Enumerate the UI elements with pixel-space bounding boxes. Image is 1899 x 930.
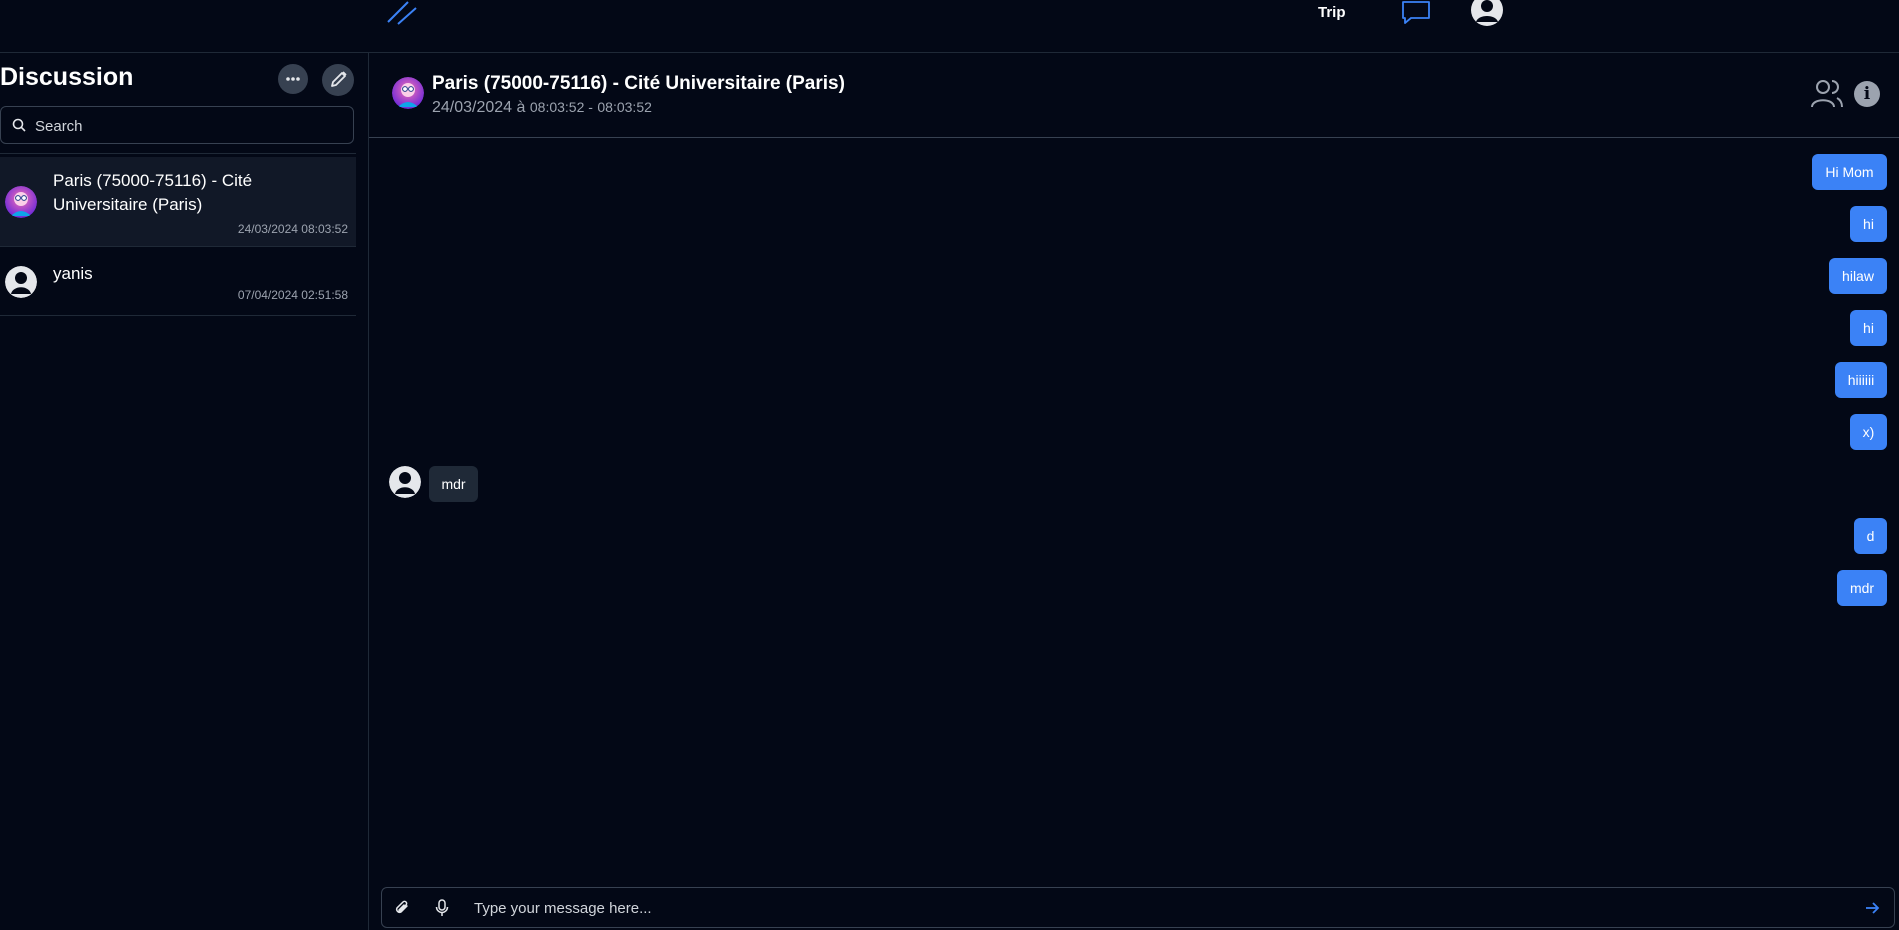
chat-time-start: 08:03:52 -	[529, 99, 593, 115]
message-bubble-sent: Hi Mom	[1812, 154, 1887, 190]
profile-avatar-icon[interactable]	[1471, 0, 1503, 26]
conversation-name: Paris (75000-75116) - Cité Universitaire…	[53, 171, 253, 214]
message-composer	[381, 887, 1895, 929]
message-bubble-sent: hilaw	[1829, 258, 1887, 294]
message-input[interactable]	[472, 888, 1856, 929]
chat-datetime: 24/03/2024 à 08:03:52 - 08:03:52	[432, 99, 652, 117]
top-navbar: Trip	[0, 0, 1899, 53]
arrow-right-icon[interactable]	[1864, 900, 1880, 916]
sender-avatar	[389, 466, 421, 498]
more-options-button[interactable]	[278, 64, 308, 94]
message-bubble-received: mdr	[429, 466, 478, 502]
conversation-date: 07/04/2024 02:51:58	[237, 288, 348, 302]
message-bubble-sent: d	[1854, 518, 1887, 554]
chat-header: Paris (75000-75116) - Cité Universitaire…	[369, 53, 1899, 138]
info-button[interactable]: i	[1854, 81, 1880, 107]
conversation-date: 24/03/2024 08:03:52	[237, 222, 348, 236]
chat-panel: Paris (75000-75116) - Cité Universitaire…	[369, 53, 1899, 930]
conversation-item-paris[interactable]: Paris (75000-75116) - Cité Universitaire…	[0, 157, 356, 247]
message-bubble-sent: hi	[1850, 310, 1887, 346]
message-bubble-sent: hi	[1850, 206, 1887, 242]
compose-button[interactable]	[322, 64, 354, 96]
search-icon	[12, 118, 26, 132]
users-icon[interactable]	[1809, 77, 1845, 111]
slash-logo-icon[interactable]	[386, 0, 420, 26]
conversation-sidebar: Discussion Paris (75000	[0, 53, 369, 930]
chat-date: 24/03/2024 à	[432, 99, 526, 116]
chat-group-avatar	[392, 77, 424, 109]
message-bubble-sent: hiiiiii	[1835, 362, 1887, 398]
microphone-icon[interactable]	[435, 899, 449, 917]
user-avatar	[5, 266, 37, 298]
search-box	[0, 106, 354, 145]
chat-time-end: 08:03:52	[597, 99, 652, 115]
group-avatar	[5, 186, 37, 218]
conversation-item-yanis[interactable]: yanis 07/04/2024 02:51:58	[0, 247, 356, 316]
divider	[0, 153, 356, 154]
compose-icon	[331, 71, 347, 87]
paperclip-icon[interactable]	[394, 899, 410, 917]
search-input[interactable]	[33, 107, 347, 145]
ellipsis-icon	[286, 77, 300, 81]
sidebar-title: Discussion	[0, 63, 134, 91]
message-bubble-sent: mdr	[1837, 570, 1887, 606]
message-bubble-sent: x)	[1850, 414, 1887, 450]
chat-title: Paris (75000-75116) - Cité Universitaire…	[432, 73, 845, 94]
chat-bubble-icon[interactable]	[1401, 0, 1431, 24]
conversation-name: yanis	[53, 264, 93, 283]
nav-link-trip[interactable]: Trip	[1318, 4, 1346, 21]
